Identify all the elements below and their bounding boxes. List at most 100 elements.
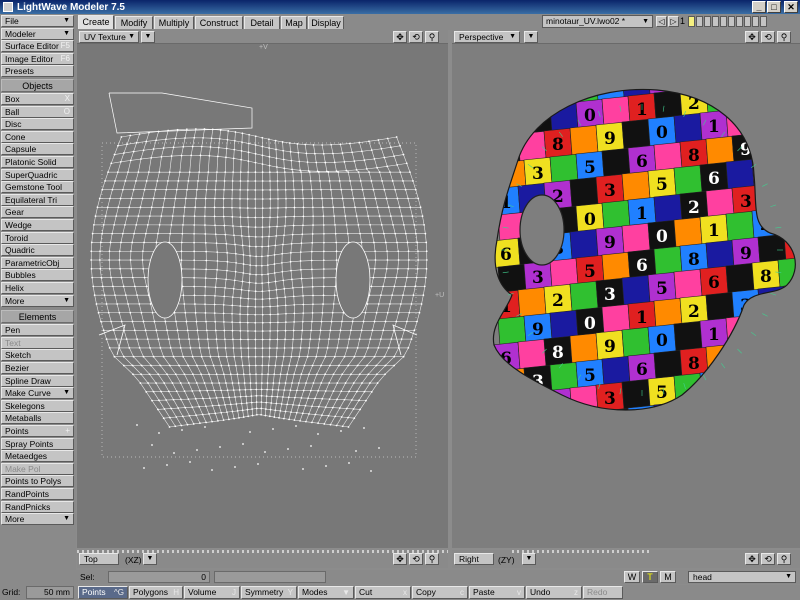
sidebar-item-gemstone-tool[interactable]: Gemstone Tool [1,181,74,194]
paste-button[interactable]: Paste v [469,586,525,599]
volume-button[interactable]: Volume J [184,586,240,599]
tab-detail[interactable]: Detail [244,16,280,29]
uv-point [338,364,340,367]
viewport-right[interactable]: Right (ZY) ▼ ✥ ⟲ ⚲ [452,550,800,568]
sidebar-item-platonic-solid[interactable]: Platonic Solid [1,156,74,168]
sidebar-item-spline-draw[interactable]: Spline Draw [1,374,74,387]
tab-modify[interactable]: Modify [115,16,153,29]
viewport-rotate-button[interactable]: ⟲ [409,553,423,565]
sidebar-item-capsule[interactable]: Capsule [1,143,74,156]
layer-button[interactable] [736,16,743,27]
sidebar-item-modeler[interactable]: Modeler ▼ [1,27,74,40]
viewport-view-select[interactable]: Right [454,553,494,565]
sidebar-item-superquadric[interactable]: SuperQuadric [1,168,74,181]
surface-select[interactable]: head ▼ [688,571,796,583]
sidebar-item-toroid[interactable]: Toroid [1,231,74,244]
sidebar-item-cone[interactable]: Cone [1,130,74,143]
viewport-zoom-button[interactable]: ⚲ [777,31,791,43]
sidebar-item-quadric[interactable]: Quadric [1,244,74,257]
viewport-view-select[interactable]: Perspective ▼ [454,31,520,43]
viewport-rotate-button[interactable]: ⟲ [761,31,775,43]
viewport-uv-texture[interactable]: UV Texture ▼ ▼ ✥ ⟲ ⚲ +V +U [77,30,448,548]
viewport-zoom-button[interactable]: ⚲ [777,553,791,565]
tab-display[interactable]: Display [308,16,344,29]
layer-button[interactable] [744,16,751,27]
cut-button[interactable]: Cut x [355,586,411,599]
sidebar-item-text[interactable]: Text [1,336,74,349]
symmetry-button[interactable]: Symmetry Y [241,586,297,599]
sidebar-item-bezier[interactable]: Bezier [1,362,74,374]
copy-button[interactable]: Copy c [412,586,468,599]
viewport-view-select[interactable]: Top [79,553,119,565]
sidebar-item-make-pol[interactable]: Make Pol [1,462,74,475]
sidebar-item-helix[interactable]: Helix [1,282,74,294]
viewport-mode-select[interactable]: ▼ [143,553,157,565]
mode-button-t[interactable]: T [642,571,658,583]
sidebar-item-disc[interactable]: Disc [1,118,74,131]
sidebar-item-points-to-polys[interactable]: Points to Polys [1,475,74,488]
close-button[interactable]: ✕ [784,1,798,13]
mode-button-w[interactable]: W [624,571,640,583]
undo-button[interactable]: Undo z [526,586,582,599]
viewport-mode-select[interactable]: ▼ [522,553,536,565]
sidebar-item-bubbles[interactable]: Bubbles [1,269,74,282]
prev-object-button[interactable]: ◁ [656,16,667,27]
sidebar-item-metaedges[interactable]: Metaedges [1,450,74,463]
sidebar-item-more[interactable]: More ▼ [1,513,74,526]
viewport-mode-select[interactable]: ▼ [524,31,538,43]
layer-button[interactable] [688,16,695,27]
sidebar-item-pen[interactable]: Pen [1,324,74,337]
modes-button[interactable]: Modes ▼ [298,586,354,599]
layer-button[interactable] [712,16,719,27]
sidebar-item-gear[interactable]: Gear [1,206,74,219]
sidebar-item-skelegons[interactable]: Skelegons [1,399,74,412]
sidebar-item-wedge[interactable]: Wedge [1,219,74,231]
maximize-button[interactable]: □ [767,1,781,13]
polygons-button[interactable]: Polygons H [129,586,183,599]
sidebar-item-make-curve[interactable]: Make Curve ▼ [1,387,74,400]
sidebar-item-parametricobj[interactable]: ParametricObj [1,256,74,269]
sidebar-item-file[interactable]: File ▼ [1,15,74,27]
viewport-top[interactable]: Top (XZ) ▼ ✥ ⟲ ⚲ [77,550,448,568]
viewport-view-select[interactable]: UV Texture ▼ [79,31,139,43]
sidebar-item-metaballs[interactable]: Metaballs [1,412,74,425]
redo-button[interactable]: Redo [583,586,623,599]
object-select[interactable]: minotaur_UV.lwo02 * ▼ [542,15,653,28]
viewport-pan-button[interactable]: ✥ [745,553,759,565]
sidebar-item-box[interactable]: Box X [1,93,74,105]
sidebar-item-spray-points[interactable]: Spray Points [1,437,74,450]
layer-button[interactable] [704,16,711,27]
tab-construct[interactable]: Construct [195,16,243,29]
viewport-pan-button[interactable]: ✥ [745,31,759,43]
sidebar-item-randpnicks[interactable]: RandPnicks [1,500,74,513]
sidebar-item-equilateral-tri[interactable]: Equilateral Tri [1,193,74,206]
tab-map[interactable]: Map [281,16,307,29]
sidebar-item-ball[interactable]: Ball O [1,105,74,118]
sidebar-item-sketch[interactable]: Sketch [1,349,74,362]
layer-button[interactable] [720,16,727,27]
viewport-zoom-button[interactable]: ⚲ [425,31,439,43]
viewport-pan-button[interactable]: ✥ [393,31,407,43]
viewport-perspective[interactable]: Perspective ▼ ▼ ✥ ⟲ ⚲ 123568901235689012… [452,30,800,548]
viewport-zoom-button[interactable]: ⚲ [425,553,439,565]
viewport-rotate-button[interactable]: ⟲ [761,553,775,565]
minimize-button[interactable]: _ [752,1,766,13]
sidebar-item-presets[interactable]: Presets [1,65,74,78]
mode-button-m[interactable]: M [660,571,676,583]
points-button[interactable]: Points ^G [78,586,128,599]
viewport-pan-button[interactable]: ✥ [393,553,407,565]
layer-button[interactable] [728,16,735,27]
viewport-mode-select[interactable]: ▼ [141,31,155,43]
sidebar-item-image-editor[interactable]: Image Editor F6 [1,52,74,65]
sidebar-item-randpoints[interactable]: RandPoints [1,488,74,500]
tab-multiply[interactable]: Multiply [154,16,194,29]
next-object-button[interactable]: ▷ [668,16,679,27]
layer-button[interactable] [760,16,767,27]
layer-button[interactable] [696,16,703,27]
viewport-rotate-button[interactable]: ⟲ [409,31,423,43]
sidebar-item-points[interactable]: Points + [1,425,74,437]
layer-button[interactable] [752,16,759,27]
sidebar-item-surface-editor[interactable]: Surface Editor F5 [1,40,74,53]
sidebar-item-more[interactable]: More ▼ [1,294,74,307]
tab-create[interactable]: Create [78,15,114,29]
